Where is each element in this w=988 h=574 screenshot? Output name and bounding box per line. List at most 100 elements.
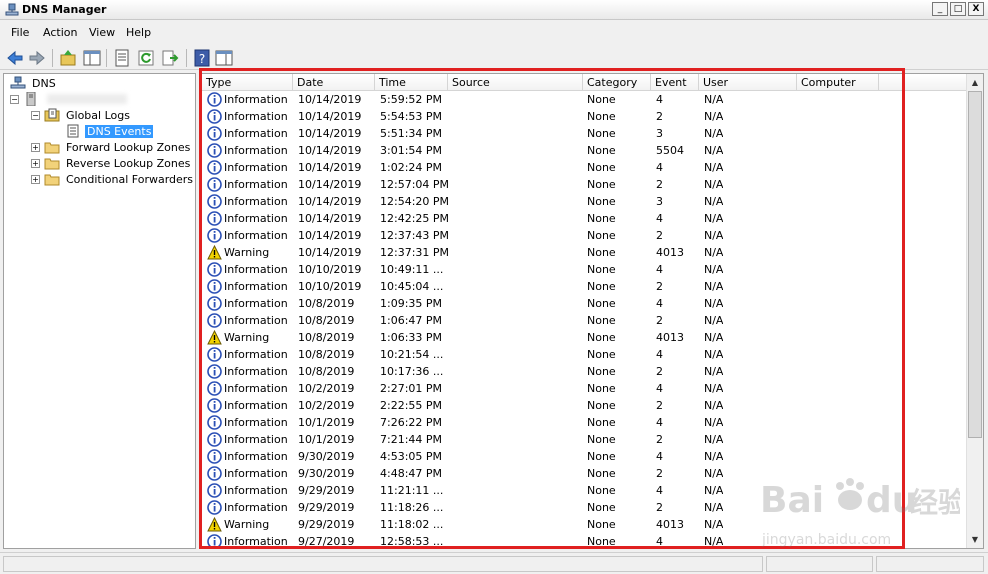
table-row[interactable]: Information 10/14/2019 5:59:52 PM None 4 N/A [202,91,968,108]
menu-help[interactable]: Help [126,26,151,39]
table-row[interactable]: Information 10/14/2019 1:02:24 PM None 4 N/A [202,159,968,176]
tree-item-conditional-forwarders[interactable]: + Conditional Forwarders [31,171,195,187]
time-cell: 1:06:33 PM [380,331,443,344]
collapse-icon[interactable]: − [31,110,40,120]
menu-file[interactable]: File [11,26,29,39]
category-cell: None [587,416,616,429]
column-header-time[interactable]: Time [375,74,448,91]
tree-item-dns[interactable]: DNS [10,75,58,91]
time-cell: 12:37:31 PM [380,246,450,259]
table-row[interactable]: Information 10/14/2019 5:51:34 PM None 3 N/A [202,125,968,142]
table-row[interactable]: Information 10/1/2019 7:26:22 PM None 4 N/A [202,414,968,431]
show-hide-tree-icon[interactable] [82,48,102,68]
collapse-icon[interactable]: − [10,94,19,104]
date-cell: 10/10/2019 [298,263,362,276]
category-cell: None [587,161,616,174]
column-header-computer[interactable]: Computer [797,74,879,91]
forward-arrow-icon[interactable] [27,48,47,68]
export-list-icon[interactable] [160,48,180,68]
expand-icon[interactable]: + [31,174,40,184]
table-row[interactable]: Information 10/14/2019 3:01:54 PM None 5504 N… [202,142,968,159]
table-row[interactable]: Warning 9/29/2019 11:18:02 ... None 4013 N/A [202,516,968,533]
close-button[interactable]: X [968,2,984,16]
date-cell: 10/14/2019 [298,246,362,259]
column-header-event[interactable]: Event [651,74,699,91]
up-folder-icon[interactable] [58,48,78,68]
toolbar-separator [186,49,187,67]
information-icon [207,194,222,209]
table-row[interactable]: Information 9/29/2019 11:18:26 ... None 2 N/A [202,499,968,516]
table-row[interactable]: Information 10/14/2019 12:42:25 PM None 4 N/A [202,210,968,227]
column-header-date[interactable]: Date [293,74,375,91]
table-row[interactable]: Information 9/29/2019 11:21:11 ... None 4 N/A [202,482,968,499]
table-row[interactable]: Information 9/27/2019 12:58:53 ... None 4 N/A [202,533,968,548]
menu-view[interactable]: View [89,26,115,39]
event-id-cell: 4 [656,297,663,310]
date-cell: 9/29/2019 [298,501,355,514]
column-header-category[interactable]: Category [583,74,651,91]
refresh-icon[interactable] [136,48,156,68]
column-header-type[interactable]: Type [202,74,293,91]
table-row[interactable]: Information 10/14/2019 12:37:43 PM None 2 N/A [202,227,968,244]
user-cell: N/A [704,467,724,480]
table-row[interactable]: Information 9/30/2019 4:48:47 PM None 2 N/A [202,465,968,482]
table-row[interactable]: Information 10/14/2019 5:54:53 PM None 2 N/A [202,108,968,125]
table-row[interactable]: Information 10/10/2019 10:49:11 ... None 4 N/… [202,261,968,278]
information-icon [207,92,222,107]
type-cell: Information [224,314,288,327]
column-header-source[interactable]: Source [448,74,583,91]
title-bar[interactable]: DNS Manager _ □ X [0,0,988,20]
table-row[interactable]: Information 10/8/2019 10:21:54 ... None 4 N/A [202,346,968,363]
tree-item-reverse-lookup-zones[interactable]: + Reverse Lookup Zones [31,155,192,171]
list-header: Type Date Time Source Category Event Use… [202,74,968,91]
menu-bar: File Action View Help [0,22,988,44]
maximize-button[interactable]: □ [950,2,966,16]
time-cell: 1:06:47 PM [380,314,443,327]
table-row[interactable]: Information 10/2/2019 2:22:55 PM None 2 N/A [202,397,968,414]
properties-icon[interactable] [112,48,132,68]
user-cell: N/A [704,382,724,395]
date-cell: 10/14/2019 [298,212,362,225]
event-list: Type Date Time Source Category Event Use… [201,73,984,549]
table-row[interactable]: Information 10/2/2019 2:27:01 PM None 4 N/A [202,380,968,397]
table-row[interactable]: Information 10/14/2019 12:54:20 PM None 3 N/A [202,193,968,210]
tree-item-forward-lookup-zones[interactable]: + Forward Lookup Zones [31,139,192,155]
date-cell: 10/10/2019 [298,280,362,293]
back-arrow-icon[interactable] [5,48,25,68]
help-icon[interactable]: ? [192,48,212,68]
show-action-pane-icon[interactable] [214,48,234,68]
table-row[interactable]: Information 9/30/2019 4:53:05 PM None 4 N/A [202,448,968,465]
tree-item-server[interactable]: − [10,91,127,107]
table-row[interactable]: Information 10/14/2019 12:57:04 PM None 2 N/A [202,176,968,193]
type-cell: Information [224,212,288,225]
table-row[interactable]: Information 10/8/2019 1:09:35 PM None 4 N/A [202,295,968,312]
expand-icon[interactable]: + [31,142,40,152]
table-row[interactable]: Warning 10/8/2019 1:06:33 PM None 4013 N/A [202,329,968,346]
table-row[interactable]: Information 10/10/2019 10:45:04 ... None 2 N/… [202,278,968,295]
table-row[interactable]: Information 10/8/2019 1:06:47 PM None 2 N/A [202,312,968,329]
time-cell: 10:17:36 ... [380,365,444,378]
information-icon [207,313,222,328]
user-cell: N/A [704,331,724,344]
vertical-scrollbar[interactable]: ▲ ▼ [966,74,983,548]
table-row[interactable]: Warning 10/14/2019 12:37:31 PM None 4013 N/A [202,244,968,261]
menu-action[interactable]: Action [43,26,77,39]
table-row[interactable]: Information 10/1/2019 7:21:44 PM None 2 N/A [202,431,968,448]
information-icon [207,177,222,192]
user-cell: N/A [704,195,724,208]
user-cell: N/A [704,246,724,259]
column-header-user[interactable]: User [699,74,797,91]
tree-item-dns-events[interactable]: DNS Events [65,123,154,139]
type-cell: Information [224,178,288,191]
type-cell: Information [224,484,288,497]
scroll-thumb[interactable] [968,91,982,438]
tree-item-global-logs[interactable]: − Global Logs [31,107,132,123]
minimize-button[interactable]: _ [932,2,948,16]
server-computer-icon [26,92,36,106]
table-row[interactable]: Information 10/8/2019 10:17:36 ... None 2 N/A [202,363,968,380]
expand-icon[interactable]: + [31,158,40,168]
scroll-down-icon[interactable]: ▼ [967,531,983,548]
date-cell: 10/14/2019 [298,229,362,242]
information-icon [207,262,222,277]
scroll-up-icon[interactable]: ▲ [967,74,983,91]
